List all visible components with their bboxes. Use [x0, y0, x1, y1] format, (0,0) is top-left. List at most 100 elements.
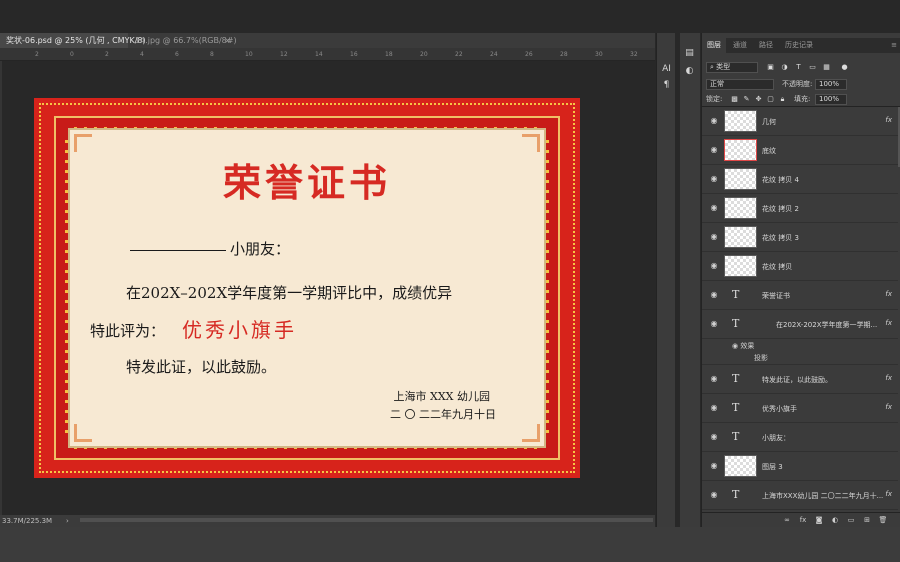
horizontal-ruler[interactable]: 2 0 2 4 6 8 10 12 14 16 18 20 22 24 26 2… [0, 48, 655, 61]
visibility-eye-icon[interactable]: ◉ [708, 490, 720, 500]
fx-icon[interactable]: fx [885, 290, 892, 298]
visibility-eye-icon[interactable]: ◉ [708, 145, 720, 155]
fx-icon[interactable]: fx [885, 116, 892, 124]
layer-thumbnail [724, 110, 757, 132]
lock-all-icon[interactable]: 🔒︎ [778, 94, 787, 104]
visibility-eye-icon[interactable]: ◉ [708, 319, 720, 329]
gold-dot-column [546, 140, 549, 436]
layer-name: 几何 [762, 118, 776, 126]
lock-image-icon[interactable]: ✎ [742, 94, 751, 104]
layer-row[interactable]: ◉ T 优秀小旗手 fx [702, 394, 898, 423]
name-blank [130, 250, 226, 251]
drop-shadow-effect[interactable]: 投影 [754, 353, 768, 363]
visibility-eye-icon[interactable]: ◉ [708, 261, 720, 271]
corner-ornament [522, 134, 540, 152]
layer-row[interactable]: ◉ 花纹 拷贝 2 [702, 194, 898, 223]
fx-icon[interactable]: fx [885, 374, 892, 382]
layer-row[interactable]: ◉ T 小朋友： [702, 423, 898, 452]
layer-name: 花纹 拷贝 [762, 263, 793, 271]
visibility-eye-icon[interactable]: ◉ [708, 461, 720, 471]
fx-icon[interactable]: fx [798, 515, 808, 525]
ruler-tick: 24 [490, 51, 498, 58]
type-filter-icon[interactable]: T [794, 62, 803, 72]
layer-row[interactable]: ◉ T 在202X-202X学年度第一学期... fx [702, 310, 898, 339]
visibility-eye-icon[interactable]: ◉ [708, 432, 720, 442]
tab-layers[interactable]: 图层 [702, 38, 726, 53]
pixel-filter-icon[interactable]: ▣ [766, 62, 775, 72]
visibility-eye-icon[interactable]: ◉ [708, 374, 720, 384]
visibility-eye-icon[interactable]: ◉ [708, 203, 720, 213]
layer-row[interactable]: ◉ T 上海市XXX幼儿园 二〇二二年九月十... fx [702, 481, 898, 510]
document-size: 33.7M/225.3M [2, 517, 53, 525]
fx-icon[interactable]: fx [885, 490, 892, 498]
adjustment-icon[interactable]: ◐ [830, 515, 840, 525]
layer-row[interactable]: ◉ 图层 3 [702, 452, 898, 481]
fx-icon[interactable]: fx [885, 403, 892, 411]
tab-channels[interactable]: 通道 [728, 38, 752, 53]
lock-artboard-icon[interactable]: ▢ [766, 94, 775, 104]
layer-row[interactable]: ◉ 花纹 拷贝 3 [702, 223, 898, 252]
document-tab-inactive[interactable]: 14.jpg @ 66.7%(RGB/8#) × [129, 33, 237, 48]
layer-name: 上海市XXX幼儿园 二〇二二年九月十... [762, 492, 884, 500]
paragraph-panel-icon[interactable]: ¶ [659, 79, 674, 91]
trash-icon[interactable]: 🗑︎ [878, 515, 888, 525]
tab-paths[interactable]: 路径 [754, 38, 778, 53]
visibility-eye-icon[interactable]: ◉ [708, 174, 720, 184]
filter-kind-select[interactable]: ⌕ 类型 [706, 62, 758, 73]
lock-transparent-icon[interactable]: ▩ [730, 94, 739, 104]
document-tab-label: 14.jpg @ 66.7%(RGB/8#) [135, 36, 237, 45]
layer-row[interactable]: ◉ T 荣誉证书 fx [702, 281, 898, 310]
document-tab-active[interactable]: 奖状-06.psd @ 25% (几何 , CMYK/8) × [0, 33, 146, 48]
layer-effects-row[interactable]: ◉ 效果 投影 [702, 339, 898, 365]
close-icon[interactable]: × [117, 33, 124, 48]
layer-row[interactable]: ◉ T 特发此证，以此鼓励。 fx [702, 365, 898, 394]
visibility-eye-icon[interactable]: ◉ [708, 116, 720, 126]
text-layer-icon: T [732, 488, 740, 501]
new-layer-icon[interactable]: ⊞ [862, 515, 872, 525]
layer-row[interactable]: ◉ 底纹 [702, 136, 898, 165]
school-name: 上海市 XXX 幼儿园 [393, 390, 491, 403]
shape-filter-icon[interactable]: ▭ [808, 62, 817, 72]
status-menu-arrow-icon[interactable]: › [66, 515, 69, 527]
properties-icon[interactable]: ▤ [682, 47, 697, 59]
collapsed-panel-column-2: ▤ ◐ [680, 33, 700, 527]
award-prefix: 特此评为： [90, 322, 166, 340]
certificate-body: 在202X–202X学年度第一学期评比中，成绩优异 [126, 284, 453, 302]
ruler-tick: 28 [560, 51, 568, 58]
blend-mode-select[interactable]: 正常 [706, 79, 774, 90]
fx-icon[interactable]: fx [885, 319, 892, 327]
adjustment-filter-icon[interactable]: ◑ [780, 62, 789, 72]
layer-name: 优秀小旗手 [762, 405, 797, 413]
layer-row[interactable]: ◉ 花纹 拷贝 4 [702, 165, 898, 194]
lock-row: 锁定: ▩ ✎ ✥ ▢ 🔒︎ 填充: 100% [702, 93, 900, 106]
adjustments-icon[interactable]: ◐ [682, 65, 697, 77]
lock-position-icon[interactable]: ✥ [754, 94, 763, 104]
panel-tab-bar: 图层 通道 路径 历史记录 ≡ [702, 38, 900, 53]
collapsed-panel-column: AI ¶ [656, 33, 675, 527]
smart-object-filter-icon[interactable]: ▦ [822, 62, 831, 72]
visibility-eye-icon[interactable]: ◉ [708, 232, 720, 242]
layer-name: 花纹 拷贝 4 [762, 176, 799, 184]
group-icon[interactable]: ▭ [846, 515, 856, 525]
character-panel-icon[interactable]: AI [659, 63, 674, 75]
layer-thumbnail [724, 255, 757, 277]
close-icon[interactable]: × [224, 33, 231, 48]
ruler-tick: 26 [525, 51, 533, 58]
panel-menu-icon[interactable]: ≡ [891, 38, 897, 53]
opacity-input[interactable]: 100% [815, 79, 847, 90]
layer-row[interactable]: ◉ 几何 fx [702, 107, 898, 136]
effects-label: ◉ 效果 [732, 342, 755, 350]
canvas-area[interactable]: 荣誉证书 小朋友： 在202X–202X学年度第一学期评比中，成绩优异 特此评为… [2, 61, 655, 515]
blend-row: 正常 不透明度: 100% [702, 78, 900, 91]
link-icon[interactable]: ∞ [782, 515, 792, 525]
layer-row[interactable]: ◉ 花纹 拷贝 [702, 252, 898, 281]
visibility-eye-icon[interactable]: ◉ [708, 403, 720, 413]
ruler-tick: 8 [210, 51, 214, 58]
fill-input[interactable]: 100% [815, 94, 847, 105]
certificate-document[interactable]: 荣誉证书 小朋友： 在202X–202X学年度第一学期评比中，成绩优异 特此评为… [34, 98, 580, 478]
mask-icon[interactable]: ◙ [814, 515, 824, 525]
horizontal-scrollbar[interactable] [80, 518, 653, 522]
visibility-eye-icon[interactable]: ◉ [708, 290, 720, 300]
filter-toggle-icon[interactable]: ● [840, 62, 849, 72]
tab-history[interactable]: 历史记录 [780, 38, 818, 53]
